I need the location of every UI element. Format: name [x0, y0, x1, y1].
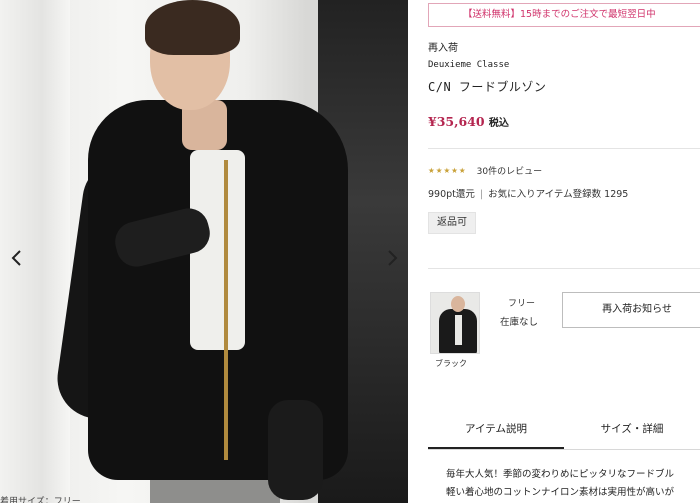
tax-label: 税込: [488, 118, 509, 129]
description-line: 毎年大人気！季節の変わりめにピッタリなフードブル: [446, 469, 675, 480]
free-shipping-banner[interactable]: 【送料無料】15時までのご注文で最短翌日中: [428, 3, 700, 27]
shipping-banner-tag: 【送料無料】: [463, 9, 521, 20]
product-image-gallery: [0, 0, 408, 503]
tab-size-details[interactable]: サイズ・詳細: [564, 409, 700, 449]
chevron-left-icon: [11, 250, 21, 266]
restock-tag: 再入荷: [428, 43, 458, 54]
thumb-head: [451, 296, 465, 312]
gallery-next-button[interactable]: [380, 246, 404, 270]
tab-item-description[interactable]: アイテム説明: [428, 409, 564, 449]
image-caption: 着用サイズ：フリー: [0, 497, 81, 503]
points-value: 990pt還元: [428, 189, 475, 200]
product-price: ¥35,640 税込: [428, 114, 509, 129]
favorites-count: お気に入りアイテム登録数 1295: [488, 189, 629, 200]
variant-color-label: ブラック: [435, 359, 467, 368]
shipping-banner-text: 15時までのご注文で最短翌日中: [520, 9, 656, 20]
returnable-badge: 返品可: [428, 212, 476, 234]
item-description: 毎年大人気！季節の変わりめにピッタリなフードブル 軽い着心地のコットンナイロン素…: [446, 466, 700, 502]
review-count-link[interactable]: 30件のレビュー: [477, 164, 542, 177]
description-line: 軽い着心地のコットンナイロン素材は実用性が高いが: [446, 487, 675, 498]
brand-name[interactable]: Deuxieme Classe: [428, 60, 509, 70]
model-glove-right: [268, 400, 323, 500]
tabs-underline: [428, 449, 700, 450]
detail-tabs: アイテム説明 サイズ・詳細: [428, 409, 700, 449]
rating-row[interactable]: ★★★★★ 30件のレビュー: [428, 164, 542, 177]
separator: |: [479, 189, 484, 200]
restock-notify-button[interactable]: 再入荷お知らせ: [562, 292, 700, 328]
chevron-right-icon: [388, 250, 398, 266]
product-info-panel: 【送料無料】15時までのご注文で最短翌日中 再入荷 Deuxieme Class…: [428, 0, 700, 503]
jacket-zipper: [224, 160, 228, 460]
variant-size-label: フリー: [508, 299, 536, 309]
divider: [428, 148, 700, 149]
gallery-prev-button[interactable]: [5, 246, 29, 270]
color-variant-thumbnail[interactable]: [430, 292, 480, 354]
stock-status: 在庫なし: [500, 317, 539, 328]
price-value: ¥35,640: [428, 114, 485, 129]
divider: [428, 268, 700, 269]
model-hair: [145, 0, 240, 55]
rating-stars-icon: ★★★★★: [428, 166, 467, 175]
thumb-shirt: [455, 315, 462, 345]
points-row: 990pt還元 | お気に入りアイテム登録数 1295: [428, 186, 628, 200]
product-title: C/N フードブルゾン: [428, 80, 547, 94]
